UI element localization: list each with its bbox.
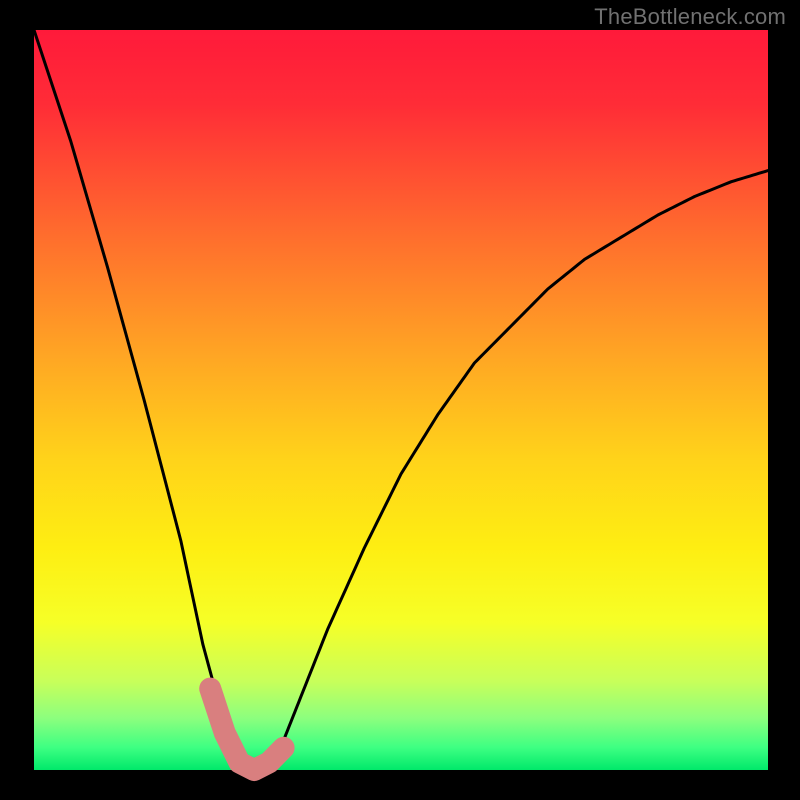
- bottleneck-chart: [0, 0, 800, 800]
- chart-container: TheBottleneck.com: [0, 0, 800, 800]
- watermark-text: TheBottleneck.com: [594, 4, 786, 30]
